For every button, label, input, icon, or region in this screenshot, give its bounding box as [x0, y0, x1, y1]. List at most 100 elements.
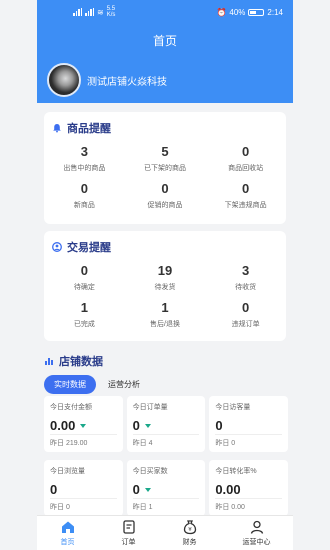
goods-alert-grid: 3 出售中的商品 5 已下架的商品 0 商品回收站 0 新商品 0 促销的商品 0 下架违规… — [44, 136, 286, 210]
battery-icon — [248, 8, 265, 16]
stat-cell[interactable]: 19 待发货 — [125, 255, 206, 292]
stat-cell[interactable]: 0 待确定 — [44, 255, 125, 292]
shop-name: 测试店铺火焱科技 — [87, 76, 167, 88]
svg-text:¥: ¥ — [188, 527, 192, 533]
shop-data-title-row: 店铺数据 — [44, 345, 286, 369]
metric-label: 今日访客量 — [215, 404, 251, 411]
stat-cell[interactable]: 0 商品回收站 — [205, 136, 286, 173]
tab-finance[interactable]: ¥ 财务 — [182, 519, 198, 547]
tab-home-label: 首页 — [60, 539, 75, 546]
wifi-icon: ≋ — [97, 7, 104, 17]
trade-alert-title: 交易提醒 — [67, 242, 111, 254]
tab-ops[interactable]: 运营中心 — [243, 519, 271, 547]
metric-value-row: 0.00 — [215, 482, 282, 497]
stat-cell[interactable]: 5 已下架的商品 — [125, 136, 206, 173]
metric-card[interactable]: 今日访客量 0 昨日 0 — [209, 396, 288, 452]
stat-value: 0 — [80, 263, 88, 278]
goods-alert-title: 商品提醒 — [67, 123, 111, 135]
metric-label: 今日订单量 — [132, 404, 168, 411]
stat-label: 商品回收站 — [228, 165, 264, 172]
goods-alert-title-row: 商品提醒 — [44, 112, 286, 136]
stat-label: 新商品 — [73, 202, 95, 209]
metric-card[interactable]: 今日转化率% 0.00 昨日 0.00 — [209, 460, 288, 516]
stat-value: 1 — [80, 300, 88, 315]
metric-value: 0 — [50, 482, 58, 497]
stat-cell[interactable]: 3 待收货 — [205, 255, 286, 292]
metric-card[interactable]: 今日买家数 0 昨日 1 — [126, 460, 206, 516]
stat-cell[interactable]: 0 下架违规商品 — [205, 173, 286, 210]
stat-value: 3 — [80, 144, 88, 159]
metric-card[interactable]: 今日支付金额 0.00 昨日 219.00 — [44, 396, 123, 452]
shop-data-section: 店铺数据 实时数据 运营分析 — [44, 345, 286, 394]
metric-label: 今日转化率% — [215, 468, 257, 475]
signal-icon-2 — [85, 8, 94, 16]
metric-label: 今日买家数 — [132, 468, 168, 475]
clock: 2:14 — [267, 7, 283, 17]
stat-label: 待发货 — [154, 284, 176, 291]
metric-value-row: 0 — [215, 418, 282, 433]
goods-alert-card: 商品提醒 3 出售中的商品 5 已下架的商品 0 商品回收站 0 新商品 0 促销的商品 … — [44, 112, 286, 224]
down-arrow-icon — [80, 423, 87, 428]
home-icon — [61, 521, 74, 533]
stat-label: 违规订单 — [231, 321, 260, 328]
metric-card[interactable]: 今日浏览量 0 昨日 0 — [44, 460, 123, 516]
metric-value: 0 — [132, 482, 140, 497]
metric-value: 0.00 — [215, 482, 241, 497]
metric-value-row: 0.00 — [50, 418, 117, 433]
metric-value-row: 0 — [50, 482, 117, 497]
stat-value: 0 — [80, 181, 88, 196]
header: ≋ 5.5 K/s ⏰ 40% 2:14 首页 测试店铺火焱科技 — [37, 0, 293, 103]
metric-value: 0 — [132, 418, 140, 433]
shop-data-title: 店铺数据 — [59, 356, 103, 368]
stat-value: 0 — [242, 300, 250, 315]
tab-orders-label: 订单 — [121, 539, 136, 546]
stat-cell[interactable]: 0 新商品 — [44, 173, 125, 210]
avatar[interactable] — [47, 63, 81, 97]
tab-orders[interactable]: 订单 — [121, 519, 137, 547]
metric-yesterday: 昨日 0 — [215, 434, 282, 448]
tab-home[interactable]: 首页 — [60, 519, 76, 547]
stat-cell[interactable]: 1 售后/退换 — [125, 292, 206, 329]
stat-cell[interactable]: 0 促销的商品 — [125, 173, 206, 210]
tab-ops-label: 运营中心 — [242, 539, 271, 546]
battery-percent: 40% — [229, 7, 246, 17]
page-title: 首页 — [152, 34, 177, 48]
stat-label: 售后/退换 — [150, 321, 180, 328]
bell-icon — [53, 124, 61, 133]
stat-cell[interactable]: 3 出售中的商品 — [44, 136, 125, 173]
metric-yesterday: 昨日 0 — [50, 498, 117, 512]
metric-yesterday: 昨日 0.00 — [215, 498, 282, 512]
user-icon — [250, 520, 263, 534]
stat-value: 19 — [157, 263, 173, 278]
orders-icon — [122, 520, 135, 534]
trade-alert-title-row: 交易提醒 — [44, 231, 286, 255]
stat-value: 0 — [242, 181, 250, 196]
metric-label: 今日支付金额 — [50, 404, 92, 411]
stat-label: 促销的商品 — [147, 202, 183, 209]
metric-value-row: 0 — [133, 418, 200, 433]
metric-card[interactable]: 今日订单量 0 昨日 4 — [126, 396, 206, 452]
metric-yesterday: 昨日 4 — [132, 434, 200, 448]
metric-value: 0 — [215, 418, 223, 433]
status-bar: ≋ 5.5 K/s ⏰ 40% 2:14 — [37, 0, 293, 24]
shop-info[interactable]: 测试店铺火焱科技 — [37, 63, 293, 97]
metric-yesterday: 昨日 219.00 — [50, 434, 117, 448]
stat-label: 下架违规商品 — [224, 202, 267, 209]
tab-analysis[interactable]: 运营分析 — [108, 379, 140, 390]
trade-alert-card: 交易提醒 0 待确定 19 待发货 3 待收货 1 已完成 1 售后/退换 0 违规订单 — [44, 231, 286, 341]
bar-chart-icon — [45, 358, 53, 365]
stat-value: 5 — [161, 144, 169, 159]
money-bag-icon: ¥ — [183, 520, 196, 535]
down-arrow-icon — [144, 487, 151, 492]
trade-icon — [52, 242, 62, 252]
bottom-tab-bar: 首页 订单 ¥ 财务 运营中心 — [37, 515, 293, 550]
tab-realtime[interactable]: 实时数据 — [44, 375, 96, 394]
stat-label: 已完成 — [73, 321, 95, 328]
stat-label: 待收货 — [235, 284, 257, 291]
metric-label: 今日浏览量 — [50, 468, 85, 475]
stat-cell[interactable]: 1 已完成 — [44, 292, 125, 329]
metric-yesterday: 昨日 1 — [132, 498, 200, 512]
stat-cell[interactable]: 0 违规订单 — [205, 292, 286, 329]
stat-label: 出售中的商品 — [63, 165, 106, 172]
stat-value: 0 — [242, 144, 250, 159]
